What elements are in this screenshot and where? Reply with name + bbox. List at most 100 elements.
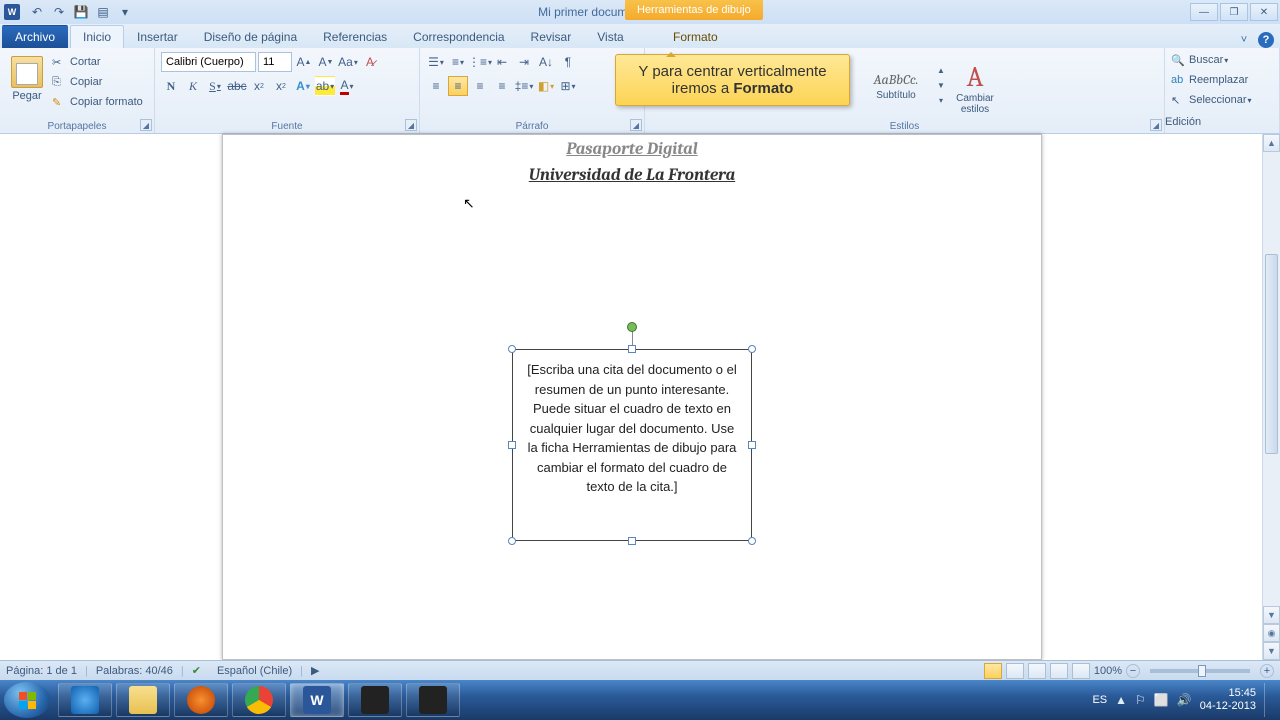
- italic-button[interactable]: K: [183, 76, 203, 96]
- bullets-button[interactable]: ☰▾: [426, 52, 446, 72]
- show-marks-button[interactable]: ¶: [558, 52, 578, 72]
- copy-button[interactable]: ⎘Copiar: [52, 72, 143, 92]
- tab-home[interactable]: Inicio: [70, 25, 124, 48]
- resize-handle-b[interactable]: [628, 537, 636, 545]
- font-color-button[interactable]: A▾: [337, 76, 357, 96]
- paste-button[interactable]: Pegar: [6, 52, 48, 117]
- zoom-level[interactable]: 100%: [1094, 665, 1122, 677]
- increase-indent-button[interactable]: ⇥: [514, 52, 534, 72]
- scroll-up-button[interactable]: ▲: [1263, 134, 1280, 152]
- tray-clock[interactable]: 15:45 04-12-2013: [1200, 687, 1256, 713]
- tab-format[interactable]: Formato: [660, 25, 731, 48]
- restore-button[interactable]: ❐: [1220, 3, 1248, 21]
- resize-handle-tr[interactable]: [748, 345, 756, 353]
- text-effects-button[interactable]: A▾: [293, 76, 313, 96]
- minimize-ribbon-icon[interactable]: ˅: [1236, 32, 1252, 48]
- prev-page-button[interactable]: ◉: [1263, 624, 1280, 642]
- zoom-out-button[interactable]: −: [1126, 664, 1140, 678]
- text-box-shape[interactable]: [Escriba una cita del documento o el res…: [512, 349, 752, 541]
- qat-customize-button[interactable]: ▾: [116, 3, 134, 21]
- taskbar-mediaplayer[interactable]: [174, 683, 228, 717]
- taskbar-chrome[interactable]: [232, 683, 286, 717]
- styles-dialog-launcher[interactable]: ◢: [1150, 119, 1162, 131]
- resize-handle-l[interactable]: [508, 441, 516, 449]
- style-item-subtitle[interactable]: AaBbCc.Subtítulo: [861, 69, 931, 103]
- underline-button[interactable]: S▾: [205, 76, 225, 96]
- decrease-indent-button[interactable]: ⇤: [492, 52, 512, 72]
- minimize-button[interactable]: —: [1190, 3, 1218, 21]
- scroll-thumb[interactable]: [1265, 254, 1278, 454]
- resize-handle-bl[interactable]: [508, 537, 516, 545]
- tab-mail[interactable]: Correspondencia: [400, 25, 517, 48]
- view-outline[interactable]: [1050, 663, 1068, 679]
- tab-view[interactable]: Vista: [584, 25, 636, 48]
- tray-show-hidden-icon[interactable]: ▲: [1115, 693, 1127, 707]
- text-box-content[interactable]: [Escriba una cita del documento o el res…: [513, 350, 751, 507]
- rotation-handle[interactable]: [627, 322, 637, 332]
- paragraph-dialog-launcher[interactable]: ◢: [630, 119, 642, 131]
- view-full-reading[interactable]: [1006, 663, 1024, 679]
- align-center-button[interactable]: ≡: [448, 76, 468, 96]
- bold-button[interactable]: N: [161, 76, 181, 96]
- proofing-icon[interactable]: ✔: [192, 664, 201, 677]
- status-page[interactable]: Página: 1 de 1: [6, 665, 77, 677]
- resize-handle-br[interactable]: [748, 537, 756, 545]
- tab-file[interactable]: Archivo: [2, 25, 68, 48]
- macro-icon[interactable]: ▶: [311, 664, 319, 677]
- next-page-button[interactable]: ▼: [1263, 642, 1280, 660]
- sort-button[interactable]: A↓: [536, 52, 556, 72]
- view-draft[interactable]: [1072, 663, 1090, 679]
- shading-button[interactable]: ◧▾: [536, 76, 556, 96]
- taskbar-app1[interactable]: [348, 683, 402, 717]
- change-styles-button[interactable]: A Cambiar estilos: [945, 57, 1005, 115]
- numbering-button[interactable]: ≡▾: [448, 52, 468, 72]
- save-button[interactable]: 💾: [72, 3, 90, 21]
- font-name-combo[interactable]: [161, 52, 256, 72]
- start-button[interactable]: [4, 682, 50, 718]
- view-web-layout[interactable]: [1028, 663, 1046, 679]
- tray-action-center-icon[interactable]: ⚐: [1135, 693, 1146, 707]
- line-spacing-button[interactable]: ‡≡▾: [514, 76, 534, 96]
- document-page[interactable]: Pasaporte Digital Universidad de La Fron…: [222, 134, 1042, 660]
- show-desktop-button[interactable]: [1264, 683, 1272, 717]
- highlight-button[interactable]: ab▾: [315, 76, 335, 96]
- tray-lang[interactable]: ES: [1092, 694, 1107, 706]
- help-icon[interactable]: ?: [1258, 32, 1274, 48]
- superscript-button[interactable]: x2: [271, 76, 291, 96]
- borders-button[interactable]: ⊞▾: [558, 76, 578, 96]
- cut-button[interactable]: ✂Cortar: [52, 52, 143, 72]
- taskbar-word[interactable]: W: [290, 683, 344, 717]
- redo-button[interactable]: ↷: [50, 3, 68, 21]
- zoom-slider-thumb[interactable]: [1198, 665, 1206, 677]
- zoom-in-button[interactable]: +: [1260, 664, 1274, 678]
- align-left-button[interactable]: ≡: [426, 76, 446, 96]
- tab-layout[interactable]: Diseño de página: [191, 25, 310, 48]
- clear-format-button[interactable]: A̷: [360, 52, 380, 72]
- scroll-down-button[interactable]: ▼: [1263, 606, 1280, 624]
- print-preview-button[interactable]: ▤: [94, 3, 112, 21]
- font-dialog-launcher[interactable]: ◢: [405, 119, 417, 131]
- strike-button[interactable]: abc: [227, 76, 247, 96]
- replace-button[interactable]: abReemplazar: [1171, 70, 1273, 90]
- resize-handle-tl[interactable]: [508, 345, 516, 353]
- format-painter-button[interactable]: ✎Copiar formato: [52, 92, 143, 112]
- tab-review[interactable]: Revisar: [518, 25, 585, 48]
- select-button[interactable]: ↖Seleccionar ▾: [1171, 90, 1273, 110]
- find-button[interactable]: 🔍Buscar ▾: [1171, 50, 1273, 70]
- close-button[interactable]: ✕: [1250, 3, 1278, 21]
- view-print-layout[interactable]: [984, 663, 1002, 679]
- resize-handle-r[interactable]: [748, 441, 756, 449]
- tray-volume-icon[interactable]: 🔊: [1177, 693, 1192, 707]
- multilevel-button[interactable]: ⋮≡▾: [470, 52, 490, 72]
- undo-button[interactable]: ↶: [28, 3, 46, 21]
- status-language[interactable]: Español (Chile): [217, 665, 292, 677]
- vertical-scrollbar[interactable]: ▲ ▼ ◉ ▼: [1262, 134, 1280, 660]
- grow-font-button[interactable]: A▲: [294, 52, 314, 72]
- justify-button[interactable]: ≡: [492, 76, 512, 96]
- zoom-slider[interactable]: [1150, 669, 1250, 673]
- clipboard-dialog-launcher[interactable]: ◢: [140, 119, 152, 131]
- change-case-button[interactable]: Aa▾: [338, 52, 358, 72]
- taskbar-explorer[interactable]: [116, 683, 170, 717]
- taskbar-app2[interactable]: [406, 683, 460, 717]
- tray-network-icon[interactable]: ⬜: [1154, 693, 1169, 707]
